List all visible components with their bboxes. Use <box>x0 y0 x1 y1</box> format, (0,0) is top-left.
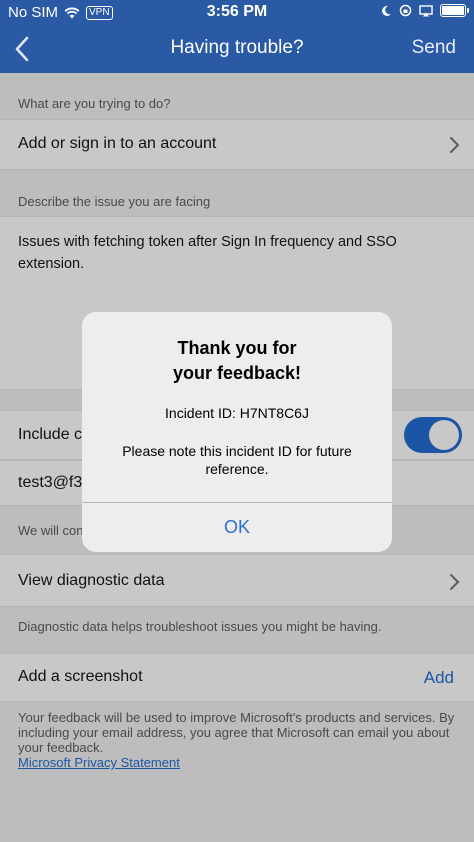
dialog-title: Thank you for your feedback! <box>82 336 392 386</box>
footer-text: Your feedback will be used to improve Mi… <box>18 710 458 770</box>
status-bar: No SIM VPN 3:56 PM <box>0 0 474 24</box>
contact-text: We will con <box>18 523 84 538</box>
ok-button[interactable]: OK <box>82 503 392 552</box>
dialog-title-line2: your feedback! <box>172 363 302 383</box>
issue-text: Issues with fetching token after Sign In… <box>18 234 397 272</box>
dialog-title-line1: Thank you for <box>177 338 297 358</box>
airplay-icon <box>419 4 433 16</box>
incident-note-text: Please note this incident ID for future … <box>122 443 352 477</box>
include-toggle[interactable] <box>404 417 462 453</box>
send-button[interactable]: Send <box>412 37 456 59</box>
diagnostic-help: Diagnostic data helps troubleshoot issue… <box>18 619 382 634</box>
diagnostic-row[interactable]: View diagnostic data <box>0 554 474 607</box>
include-label: Include c <box>18 426 83 443</box>
battery-icon <box>440 4 469 17</box>
feedback-dialog: Thank you for your feedback! Incident ID… <box>82 312 392 552</box>
moon-icon <box>382 5 391 16</box>
orientation-lock-icon <box>399 4 412 17</box>
chevron-right-icon <box>450 574 460 590</box>
toggle-knob <box>429 420 459 450</box>
incident-id-text: Incident ID: H7NT8C6J <box>165 405 309 421</box>
status-right <box>380 4 469 17</box>
section-header-bg <box>0 170 474 216</box>
footer-disclaimer: Your feedback will be used to improve Mi… <box>18 710 455 755</box>
issue-label: Describe the issue you are facing <box>18 194 211 209</box>
question-row[interactable]: Add or sign in to an account <box>0 119 474 170</box>
question-value: Add or sign in to an account <box>18 135 217 152</box>
screenshot-row: Add a screenshot <box>0 653 474 702</box>
nav-bar: Having trouble? Send <box>0 24 474 73</box>
add-screenshot-button[interactable]: Add <box>424 668 454 688</box>
screenshot-label: Add a screenshot <box>18 668 143 685</box>
privacy-link[interactable]: Microsoft Privacy Statement <box>18 755 180 770</box>
battery-fill <box>442 6 464 15</box>
email-field: test3@f3 <box>18 474 83 491</box>
diagnostic-label: View diagnostic data <box>18 572 165 589</box>
chevron-right-icon <box>450 137 460 153</box>
top-bar: No SIM VPN 3:56 PM Having trouble? Send <box>0 0 474 73</box>
page-title: Having trouble? <box>170 37 304 58</box>
question-label: What are you trying to do? <box>18 96 171 111</box>
